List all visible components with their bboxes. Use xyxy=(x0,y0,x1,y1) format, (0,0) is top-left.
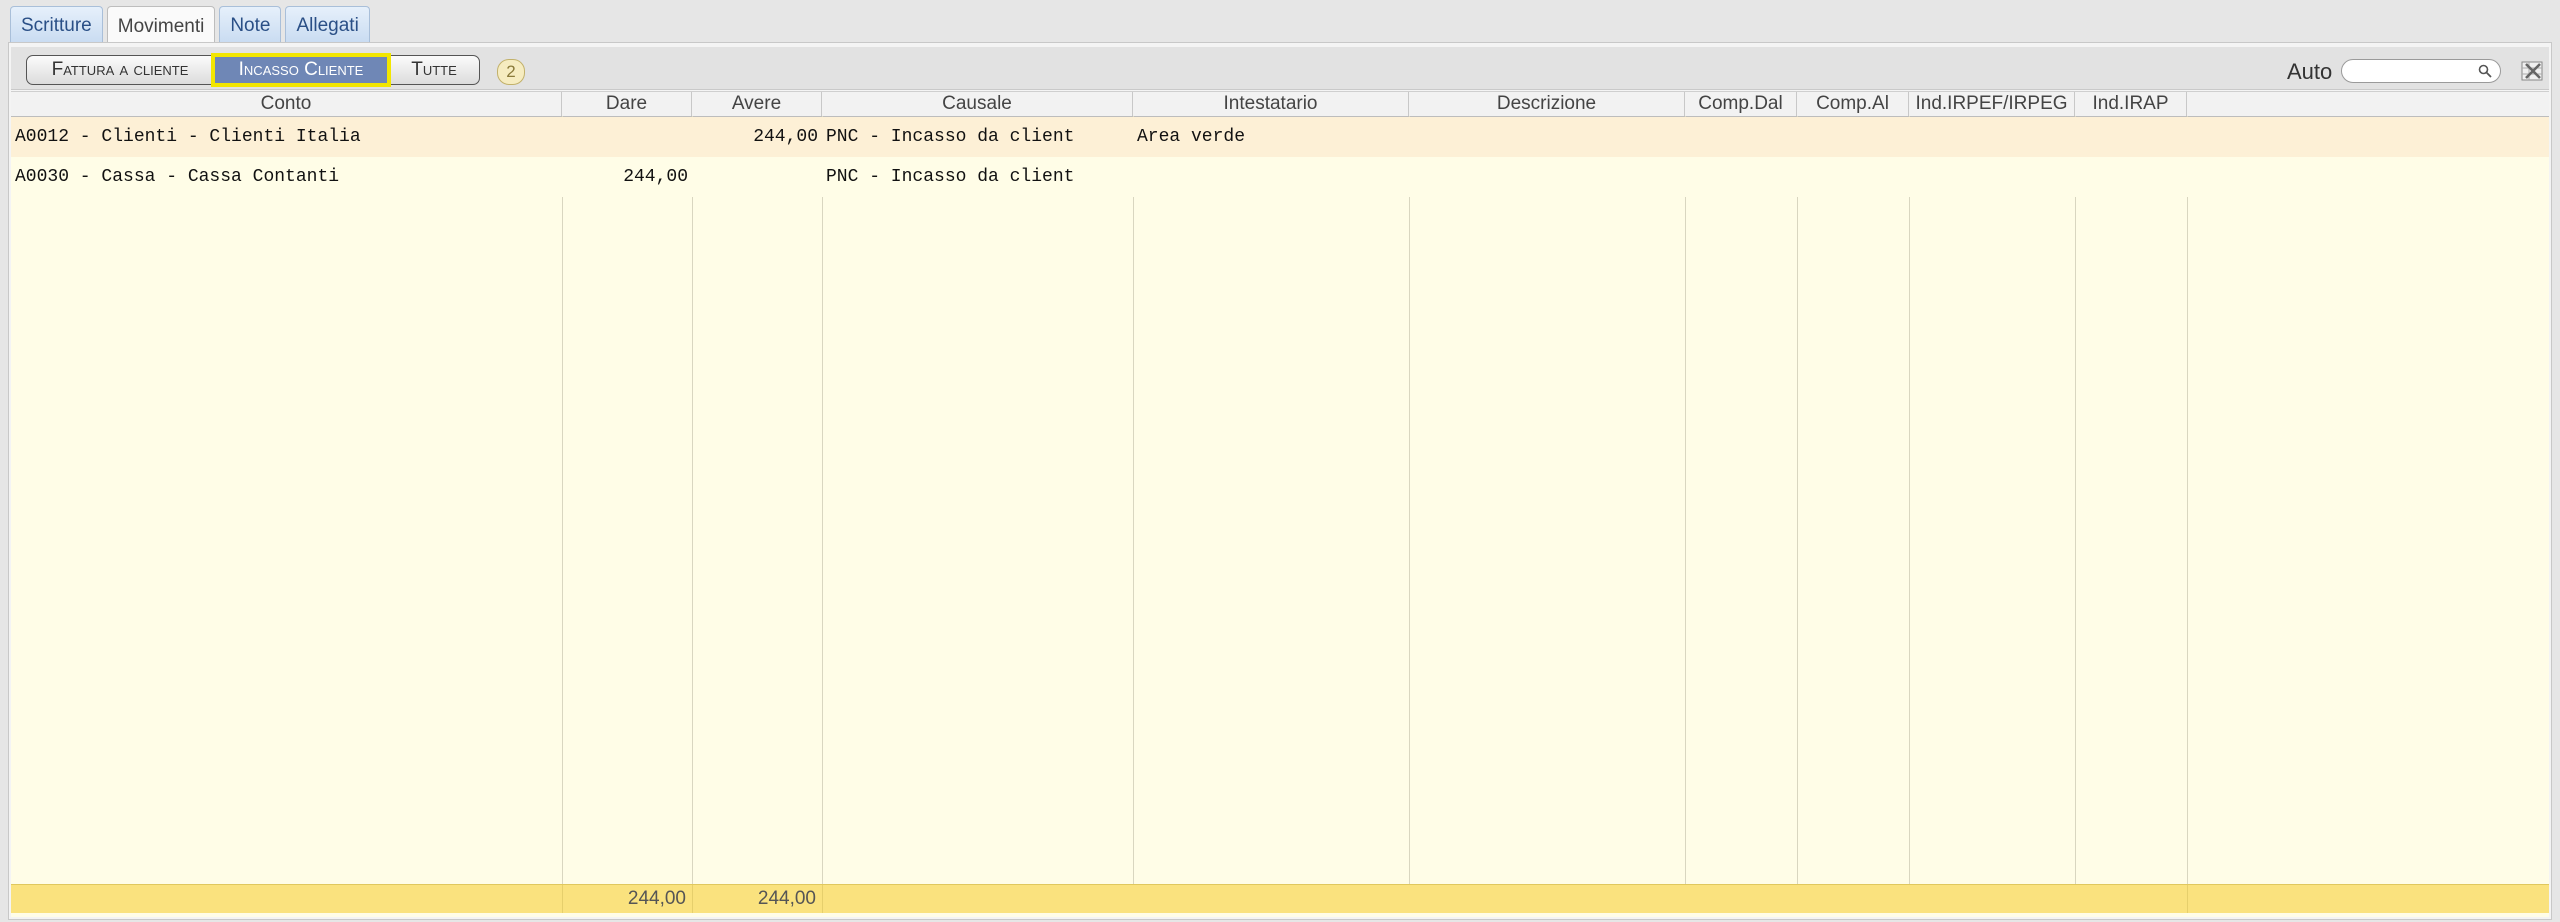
col-header-comp-dal[interactable]: Comp.Dal xyxy=(1685,92,1797,116)
table-row[interactable]: A0030 - Cassa - Cassa Contanti 244,00 PN… xyxy=(11,157,2549,197)
search-input[interactable] xyxy=(2341,59,2501,83)
col-header-comp-al[interactable]: Comp.Al xyxy=(1797,92,1909,116)
export-excel-icon[interactable] xyxy=(2519,59,2547,83)
total-avere: 244,00 xyxy=(757,888,816,909)
auto-label: Auto xyxy=(2287,59,2333,84)
tab-allegati[interactable]: Allegati xyxy=(285,6,370,44)
col-header-intestatario[interactable]: Intestatario xyxy=(1133,92,1409,116)
cell-dare: 244,00 xyxy=(623,167,688,187)
col-header-avere[interactable]: Avere xyxy=(692,92,822,116)
column-divider xyxy=(2187,116,2188,884)
filter-incasso-cliente-button[interactable]: Incasso Cliente xyxy=(211,53,391,87)
cell-intestatario xyxy=(1133,157,1409,197)
toolbar: Fattura a cliente Incasso Cliente Tutte … xyxy=(11,47,2549,90)
column-divider xyxy=(1797,116,1798,884)
column-divider xyxy=(1133,116,1134,884)
movements-table: Conto Dare Avere Causale Intestatario De… xyxy=(11,91,2549,917)
cell-conto: A0030 - Cassa - Cassa Contanti xyxy=(15,167,340,187)
filter-segmented-control: Fattura a cliente Incasso Cliente Tutte xyxy=(26,53,480,87)
cell-causale: PNC - Incasso da client xyxy=(826,167,1075,187)
col-header-ind-irpef-irpeg[interactable]: Ind.IRPEF/IRPEG xyxy=(1909,92,2075,116)
tab-movimenti[interactable]: Movimenti xyxy=(106,6,216,46)
column-divider xyxy=(1909,116,1910,884)
column-divider xyxy=(692,116,693,884)
col-header-causale[interactable]: Causale xyxy=(822,92,1133,116)
filter-tutte-button[interactable]: Tutte xyxy=(388,55,480,85)
column-divider xyxy=(822,885,823,913)
movimenti-panel: Fattura a cliente Incasso Cliente Tutte … xyxy=(8,42,2552,920)
column-divider xyxy=(2075,116,2076,884)
col-header-dare[interactable]: Dare xyxy=(562,92,692,116)
total-dare: 244,00 xyxy=(627,888,686,909)
totals-row: 244,00 244,00 xyxy=(11,884,2549,913)
cell-intestatario: Area verde xyxy=(1137,127,1246,147)
col-header-ind-irap[interactable]: Ind.IRAP xyxy=(2075,92,2187,116)
search-icon[interactable] xyxy=(2478,64,2492,78)
column-divider xyxy=(1409,116,1410,884)
cell-avere xyxy=(692,157,822,197)
tab-note[interactable]: Note xyxy=(219,6,282,44)
table-row[interactable]: A0012 - Clienti - Clienti Italia 244,00 … xyxy=(11,117,2549,157)
col-header-descrizione[interactable]: Descrizione xyxy=(1409,92,1685,116)
table-header: Conto Dare Avere Causale Intestatario De… xyxy=(11,92,2549,117)
filter-fattura-a-cliente-button[interactable]: Fattura a cliente xyxy=(26,55,214,85)
column-divider xyxy=(1685,116,1686,884)
cell-dare xyxy=(562,117,692,157)
col-header-conto[interactable]: Conto xyxy=(11,92,562,116)
column-divider xyxy=(822,116,823,884)
cell-conto: A0012 - Clienti - Clienti Italia xyxy=(15,127,361,147)
cell-causale: PNC - Incasso da client xyxy=(826,127,1075,147)
column-divider xyxy=(2187,885,2188,913)
column-divider xyxy=(562,116,563,884)
tab-scritture[interactable]: Scritture xyxy=(10,6,103,44)
count-badge: 2 xyxy=(497,59,525,85)
tab-bar: Scritture Movimenti Note Allegati xyxy=(10,6,370,46)
cell-avere: 244,00 xyxy=(753,127,818,147)
